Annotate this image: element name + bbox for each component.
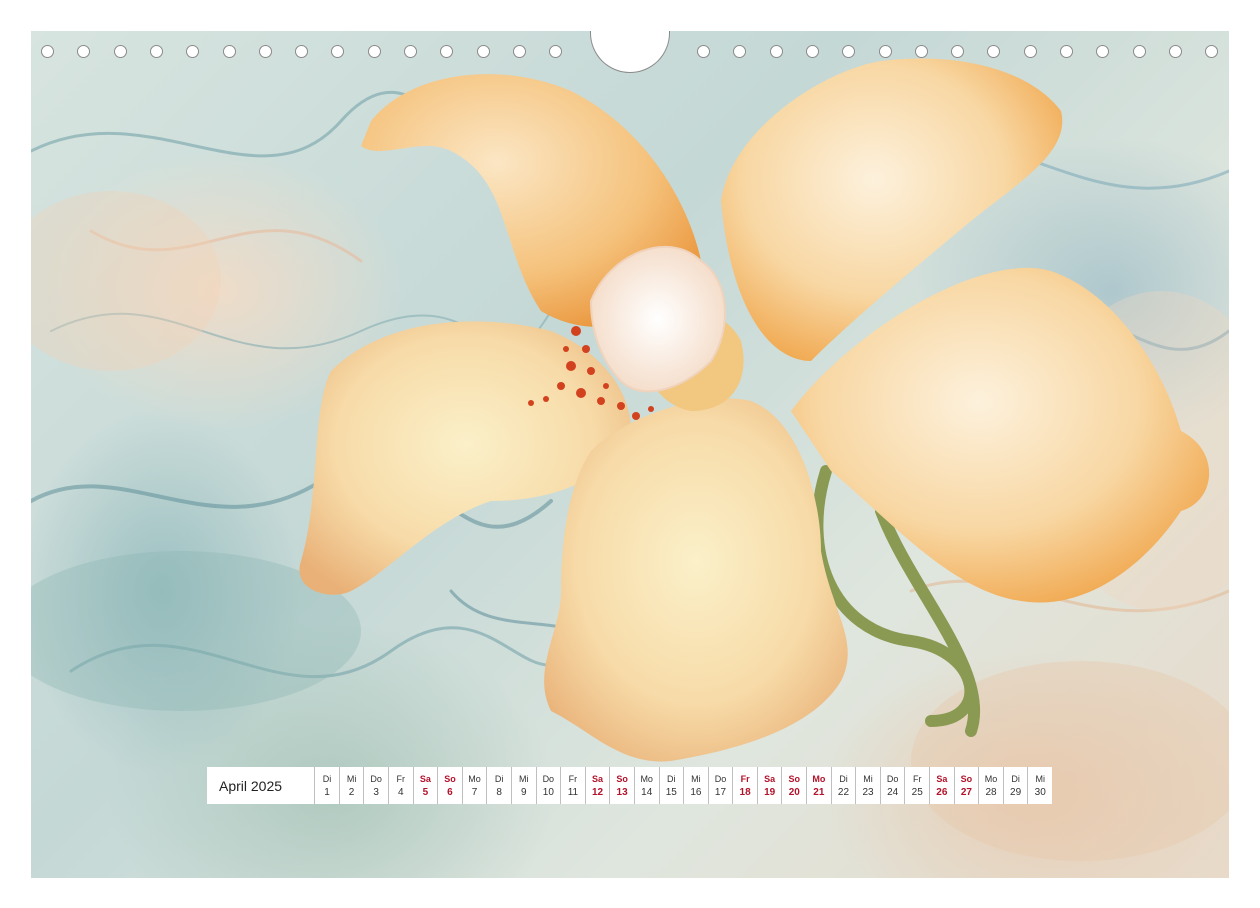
day-cell: So 27	[953, 767, 979, 804]
weekday-label: Di	[839, 773, 848, 784]
day-cell: Di 29	[1002, 767, 1028, 804]
date-number: 5	[422, 786, 429, 798]
weekday-label: Sa	[419, 773, 431, 784]
date-number: 30	[1034, 786, 1046, 798]
day-cell: Do 3	[363, 767, 388, 804]
day-cell: Di 1	[314, 767, 339, 804]
orchid-artwork	[31, 58, 1229, 861]
weekday-label: So	[616, 773, 628, 784]
weekday-label: Sa	[592, 773, 604, 784]
weekday-label: Do	[542, 773, 555, 784]
day-cell: Sa 5	[412, 767, 438, 804]
date-number: 17	[714, 786, 727, 798]
day-cell: Mi 2	[338, 767, 364, 804]
weekday-label: Di	[667, 773, 676, 784]
day-cell: Mi 9	[510, 767, 536, 804]
calendar-strip: April 2025 Di 1 Mi 2 Do 3 Fr 4 Sa 5 So 6 Mo 7 Di 8 Mi 9 Do…	[207, 767, 1052, 804]
day-cell: Sa 19	[756, 767, 782, 804]
day-cell: Fr 11	[560, 767, 585, 804]
day-cell: Do 10	[535, 767, 561, 804]
day-cell: Di 22	[830, 767, 856, 804]
date-number: 20	[788, 786, 800, 798]
date-number: 4	[397, 786, 404, 798]
date-number: 12	[591, 786, 604, 798]
month-label: April 2025	[219, 777, 283, 794]
date-number: 7	[471, 786, 478, 798]
day-cell: So 13	[609, 767, 634, 804]
date-number: 22	[837, 786, 850, 798]
weekday-label: Mi	[518, 773, 529, 784]
date-number: 14	[641, 786, 653, 798]
date-number: 15	[665, 786, 677, 798]
weekday-label: Fr	[568, 773, 578, 784]
date-number: 23	[862, 786, 874, 798]
date-number: 16	[690, 786, 702, 798]
date-number: 21	[813, 786, 825, 798]
day-cell: Fr 4	[387, 767, 413, 804]
day-cell: So 6	[437, 767, 462, 804]
date-number: 28	[985, 786, 997, 798]
day-cell: Sa 12	[584, 767, 610, 804]
weekday-label: Di	[322, 773, 332, 784]
day-cell: Mo 7	[461, 767, 487, 804]
date-number: 29	[1010, 786, 1022, 798]
weekday-label: Mi	[1035, 773, 1045, 784]
weekday-label: Mi	[863, 773, 873, 784]
date-number: 3	[373, 786, 379, 798]
weekday-label: Fr	[740, 773, 750, 784]
weekday-label: Di	[494, 773, 504, 784]
date-number: 13	[616, 786, 628, 798]
date-number: 1	[324, 786, 330, 798]
day-cell: Fr 18	[732, 767, 757, 804]
weekday-label: Fr	[396, 773, 406, 784]
weekday-label: Mo	[812, 773, 826, 784]
weekday-label: Mo	[468, 773, 481, 784]
date-number: 10	[542, 786, 554, 798]
date-number: 8	[496, 786, 502, 798]
weekday-label: Mi	[691, 773, 701, 784]
calendar-page: April 2025 Di 1 Mi 2 Do 3 Fr 4 Sa 5 So 6 Mo 7 Di 8 Mi 9 Do…	[31, 31, 1229, 878]
day-cell: Di 15	[658, 767, 684, 804]
weekday-label: So	[444, 773, 456, 784]
date-number: 18	[739, 786, 751, 798]
weekday-label: Sa	[936, 773, 948, 784]
day-cell: Mo 28	[978, 767, 1003, 804]
day-cell: Do 24	[879, 767, 905, 804]
day-cell: Fr 25	[904, 767, 929, 804]
weekday-label: Di	[1011, 773, 1020, 784]
date-number: 9	[520, 786, 527, 798]
day-cell: So 20	[781, 767, 806, 804]
day-cell: Mi 23	[855, 767, 880, 804]
weekday-label: Do	[714, 773, 727, 784]
weekday-label: Do	[886, 773, 899, 784]
day-row: Di 1 Mi 2 Do 3 Fr 4 Sa 5 So 6 Mo 7 Di 8 Mi 9 Do 10 Fr 11 Sa 12 S…	[314, 767, 1052, 804]
weekday-label: Sa	[764, 773, 776, 784]
date-number: 11	[567, 786, 579, 798]
date-number: 26	[936, 786, 948, 798]
weekday-label: Mo	[640, 773, 653, 784]
weekday-label: So	[788, 773, 801, 784]
date-number: 24	[887, 786, 899, 798]
day-cell: Do 17	[707, 767, 733, 804]
date-number: 6	[447, 786, 453, 798]
day-cell: Mo 14	[633, 767, 659, 804]
day-cell: Mi 16	[683, 767, 708, 804]
day-cell: Sa 26	[929, 767, 954, 804]
day-cell: Mi 30	[1027, 767, 1052, 804]
weekday-label: Do	[370, 773, 382, 784]
weekday-label: So	[960, 773, 973, 784]
day-cell: Mo 21	[806, 767, 831, 804]
date-number: 27	[960, 786, 972, 798]
date-number: 25	[911, 786, 923, 798]
weekday-label: Fr	[912, 773, 922, 784]
weekday-label: Mi	[346, 773, 357, 784]
date-number: 19	[764, 786, 776, 798]
day-cell: Di 8	[486, 767, 511, 804]
date-number: 2	[348, 786, 355, 798]
weekday-label: Mo	[984, 773, 998, 784]
